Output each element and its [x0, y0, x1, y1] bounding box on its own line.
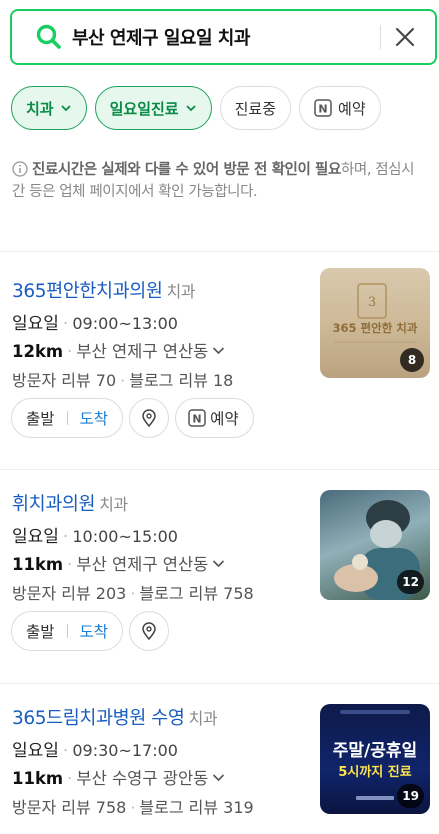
chevron-down-icon: [213, 560, 225, 568]
filter-chip-reserve[interactable]: N 예약: [299, 86, 381, 130]
place-reviews: 방문자 리뷰 758 · 블로그 리뷰 319: [12, 798, 254, 817]
hours-time: 10:00~15:00: [72, 527, 178, 546]
filter-chip-label: 진료중: [234, 99, 277, 118]
blog-reviews: 블로그 리뷰 18: [129, 371, 234, 390]
map-pin-icon: [142, 622, 156, 641]
filter-chip-label: 일요일진료: [109, 99, 179, 118]
divider: [0, 683, 439, 684]
divider: [0, 469, 439, 470]
svg-text:3: 3: [368, 295, 376, 310]
hours-day: 일요일: [12, 314, 59, 334]
place-name[interactable]: 휘치과의원: [12, 494, 96, 515]
svg-text:365 편안한 치과: 365 편안한 치과: [333, 321, 418, 335]
place-hours: 일요일 · 10:00~15:00: [12, 527, 178, 547]
filter-chip-label: 예약: [338, 99, 366, 118]
filter-bar: 치과 일요일진료 진료중 N 예약: [11, 86, 381, 130]
place-title[interactable]: 휘치과의원 치과: [12, 490, 128, 516]
search-bar[interactable]: 부산 연제구 일요일 치과: [10, 9, 437, 65]
hours-time: 09:30~17:00: [72, 741, 178, 760]
chevron-down-icon: [213, 347, 225, 355]
divider: [0, 251, 439, 252]
place-category: 치과: [99, 495, 128, 514]
visitor-reviews: 방문자 리뷰 203: [12, 584, 127, 603]
hours-day: 일요일: [12, 527, 59, 547]
depart-button[interactable]: 출발: [26, 620, 55, 642]
filter-chip-sunday[interactable]: 일요일진료: [94, 86, 212, 130]
svg-text:주말/공휴일: 주말/공휴일: [333, 740, 417, 761]
place-title[interactable]: 365드림치과병원 수영 치과: [12, 704, 218, 730]
route-button[interactable]: 출발 도착: [11, 611, 124, 651]
distance-km: 11km: [12, 555, 64, 574]
filter-chip-label: 치과: [26, 99, 54, 118]
route-button[interactable]: 출발 도착: [11, 398, 124, 438]
place-actions: 출발 도착: [11, 611, 170, 651]
place-hours: 일요일 · 09:00~13:00: [12, 314, 178, 334]
notice-bold: 진료시간은 실제와 다를 수 있어 방문 전 확인이 필요: [32, 162, 341, 178]
place-actions: 출발 도착 N 예약: [11, 398, 254, 438]
filter-chip-open-now[interactable]: 진료중: [219, 86, 292, 130]
photo-count-badge: 19: [397, 784, 424, 808]
place-category: 치과: [188, 709, 218, 728]
reserve-button[interactable]: N 예약: [175, 398, 254, 438]
naver-booking-icon: N: [314, 99, 332, 117]
place-address: 부산 수영구 광안동: [76, 769, 209, 788]
place-address: 부산 연제구 연산동: [76, 555, 209, 574]
map-pin-icon: [142, 409, 156, 428]
place-category: 치과: [166, 282, 196, 301]
place-name[interactable]: 365편안한치과의원: [12, 281, 163, 302]
depart-button[interactable]: 출발: [26, 407, 55, 429]
distance-km: 12km: [12, 342, 64, 361]
place-name[interactable]: 365드림치과병원 수영: [12, 708, 185, 729]
chevron-down-icon: [213, 774, 225, 782]
reserve-label: 예약: [210, 410, 239, 428]
map-pin-button[interactable]: [129, 611, 170, 651]
search-divider: [380, 25, 381, 49]
hours-time: 09:00~13:00: [72, 314, 178, 333]
distance-km: 11km: [12, 769, 64, 788]
place-address: 부산 연제구 연산동: [76, 342, 209, 361]
svg-text:N: N: [192, 413, 201, 426]
map-pin-button[interactable]: [129, 398, 170, 438]
place-reviews: 방문자 리뷰 70 · 블로그 리뷰 18: [12, 371, 234, 390]
visitor-reviews: 방문자 리뷰 70: [12, 371, 117, 390]
blog-reviews: 블로그 리뷰 319: [139, 798, 254, 817]
hours-day: 일요일: [12, 741, 59, 761]
place-reviews: 방문자 리뷰 203 · 블로그 리뷰 758: [12, 584, 254, 603]
visitor-reviews: 방문자 리뷰 758: [12, 798, 127, 817]
place-hours: 일요일 · 09:30~17:00: [12, 741, 178, 761]
close-icon[interactable]: [393, 25, 417, 49]
info-icon: [12, 161, 28, 177]
photo-count-badge: 8: [400, 348, 424, 372]
arrive-button[interactable]: 도착: [80, 620, 109, 642]
hours-notice: 진료시간은 실제와 다를 수 있어 방문 전 확인이 필요하며, 점심시간 등은…: [12, 159, 422, 203]
svg-text:5시까지 진료: 5시까지 진료: [338, 764, 411, 780]
place-thumbnail[interactable]: 주말/공휴일 5시까지 진료 19: [320, 704, 430, 814]
search-input[interactable]: 부산 연제구 일요일 치과: [72, 24, 380, 50]
arrive-button[interactable]: 도착: [80, 407, 109, 429]
place-distance[interactable]: 12km · 부산 연제구 연산동: [12, 338, 225, 362]
place-distance[interactable]: 11km · 부산 연제구 연산동: [12, 551, 225, 575]
svg-text:N: N: [318, 103, 327, 116]
place-thumbnail[interactable]: 12: [320, 490, 430, 600]
place-title[interactable]: 365편안한치과의원 치과: [12, 277, 195, 303]
photo-count-badge: 12: [397, 570, 424, 594]
blog-reviews: 블로그 리뷰 758: [139, 584, 254, 603]
place-distance[interactable]: 11km · 부산 수영구 광안동: [12, 765, 225, 789]
chevron-down-icon: [185, 105, 196, 112]
chevron-down-icon: [60, 105, 71, 112]
search-icon: [36, 24, 61, 49]
filter-chip-category[interactable]: 치과: [11, 86, 87, 130]
place-thumbnail[interactable]: 3 365 편안한 치과 8: [320, 268, 430, 378]
naver-booking-icon: N: [188, 409, 206, 427]
